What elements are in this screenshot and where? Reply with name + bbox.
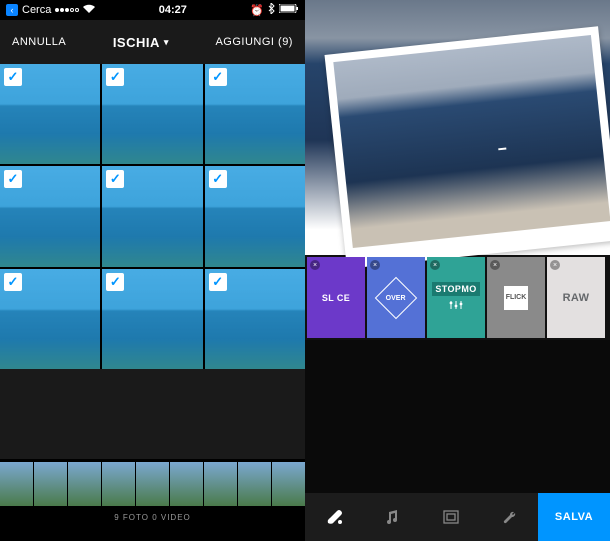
- navbar: ANNULLA ISCHIA ▾ AGGIUNGI (9): [0, 20, 305, 64]
- photo-frame: [325, 26, 610, 269]
- sliders-icon: [449, 300, 463, 313]
- empty-space: [0, 369, 305, 459]
- strip-thumb[interactable]: [102, 462, 135, 506]
- save-button[interactable]: SALVA: [538, 493, 610, 541]
- photo-cell[interactable]: ✓: [102, 64, 202, 164]
- strip-thumb[interactable]: [68, 462, 101, 506]
- phone-right: × SL CE × OVER × STOPMO × FLICK × RAW: [305, 0, 610, 541]
- strip-thumb[interactable]: [204, 462, 237, 506]
- diamond-icon: OVER: [375, 276, 417, 318]
- check-icon: ✓: [209, 68, 227, 86]
- check-icon: ✓: [4, 68, 22, 86]
- strip-thumb[interactable]: [34, 462, 67, 506]
- photo-cell[interactable]: ✓: [102, 269, 202, 369]
- flick-box: FLICK: [504, 286, 528, 310]
- strip-thumb[interactable]: [238, 462, 271, 506]
- back-label[interactable]: Cerca: [22, 4, 51, 16]
- status-bar: ‹ Cerca 04:27 ⏰: [0, 0, 305, 20]
- phone-left: ‹ Cerca 04:27 ⏰ ANNULLA ISCHIA ▾ AGGIUNG: [0, 0, 305, 541]
- close-icon[interactable]: ×: [310, 260, 320, 270]
- wrench-icon[interactable]: [480, 509, 538, 525]
- close-icon[interactable]: ×: [550, 260, 560, 270]
- album-title: ISCHIA: [113, 35, 160, 50]
- photo-cell[interactable]: ✓: [205, 64, 305, 164]
- signal-icon: [55, 8, 79, 12]
- check-icon: ✓: [4, 273, 22, 291]
- filter-tile-over[interactable]: × OVER: [367, 257, 425, 338]
- bluetooth-icon: [268, 3, 275, 17]
- strip-thumb[interactable]: [170, 462, 203, 506]
- workspace-gap: [305, 340, 610, 493]
- preview-area[interactable]: [305, 0, 610, 255]
- filter-tile-flick[interactable]: × FLICK: [487, 257, 545, 338]
- status-time: 04:27: [159, 4, 187, 16]
- close-icon[interactable]: ×: [370, 260, 380, 270]
- frame-icon[interactable]: [422, 510, 480, 524]
- filter-tile-raw[interactable]: × RAW: [547, 257, 605, 338]
- photo-cell[interactable]: ✓: [0, 269, 100, 369]
- photo-cell[interactable]: ✓: [205, 269, 305, 369]
- alarm-icon: ⏰: [250, 4, 264, 17]
- filter-tile-stopmo[interactable]: × STOPMO: [427, 257, 485, 338]
- photo-cell[interactable]: ✓: [0, 166, 100, 266]
- bottom-toolbar: SALVA: [305, 493, 610, 541]
- photo-cell[interactable]: ✓: [0, 64, 100, 164]
- photo-cell[interactable]: ✓: [102, 166, 202, 266]
- check-icon: ✓: [4, 170, 22, 188]
- back-chevron-icon[interactable]: ‹: [6, 4, 18, 16]
- preview-photo: [333, 35, 610, 248]
- add-button[interactable]: AGGIUNGI (9): [215, 36, 293, 48]
- music-icon[interactable]: [363, 509, 421, 525]
- close-icon[interactable]: ×: [490, 260, 500, 270]
- strip-thumb[interactable]: [0, 462, 33, 506]
- check-icon: ✓: [106, 68, 124, 86]
- filter-row: × SL CE × OVER × STOPMO × FLICK × RAW: [305, 255, 610, 340]
- photo-cell[interactable]: ✓: [205, 166, 305, 266]
- album-title-dropdown[interactable]: ISCHIA ▾: [113, 35, 169, 50]
- battery-icon: [279, 4, 299, 16]
- strip-thumb[interactable]: [136, 462, 169, 506]
- photo-grid: ✓ ✓ ✓ ✓ ✓ ✓ ✓ ✓ ✓: [0, 64, 305, 369]
- check-icon: ✓: [106, 273, 124, 291]
- footer-count: 9 FOTO 0 VIDEO: [0, 509, 305, 528]
- check-icon: ✓: [209, 273, 227, 291]
- thumbnail-strip[interactable]: [0, 459, 305, 509]
- close-icon[interactable]: ×: [430, 260, 440, 270]
- strip-thumb[interactable]: [272, 462, 305, 506]
- chevron-down-icon: ▾: [164, 37, 169, 48]
- paint-icon[interactable]: [305, 508, 363, 526]
- cancel-button[interactable]: ANNULLA: [12, 36, 66, 48]
- check-icon: ✓: [106, 170, 124, 188]
- wifi-icon: [83, 4, 95, 16]
- filter-tile-slice[interactable]: × SL CE: [307, 257, 365, 338]
- check-icon: ✓: [209, 170, 227, 188]
